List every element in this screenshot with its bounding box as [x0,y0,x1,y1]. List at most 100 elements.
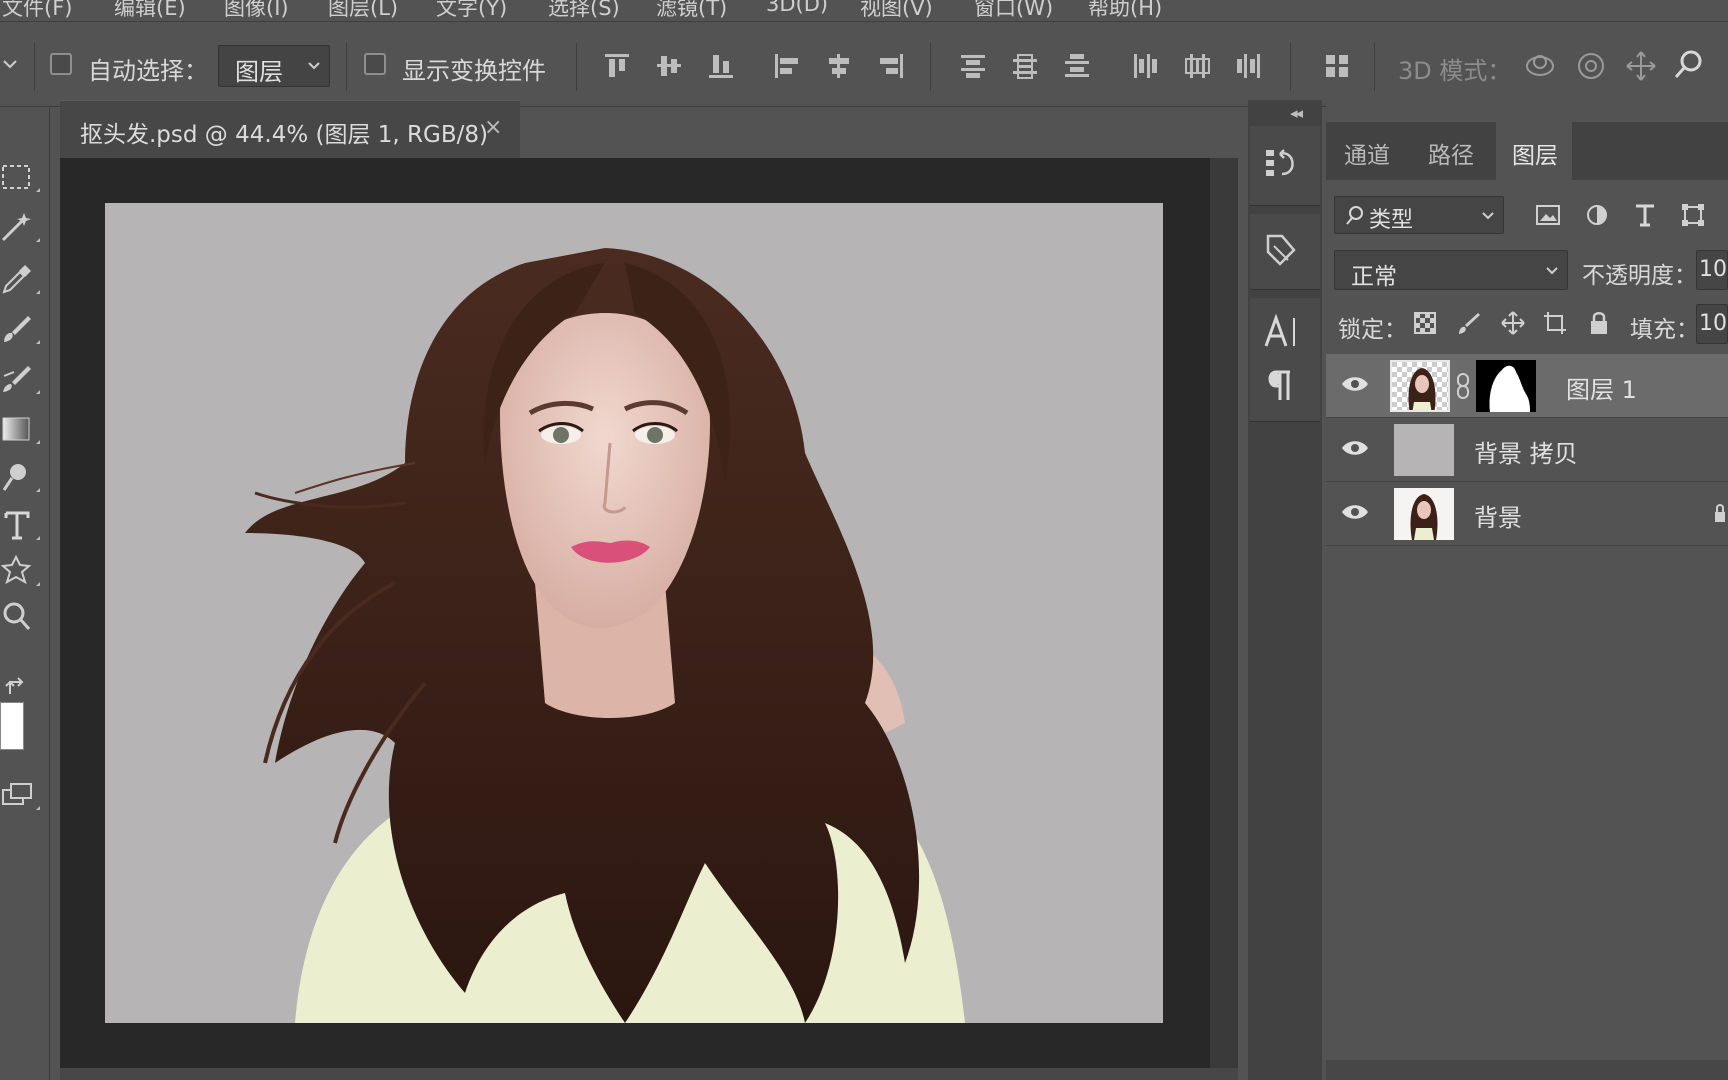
3d-roll-icon[interactable] [1574,49,1608,83]
distribute-bottom-icon[interactable] [1062,51,1092,81]
paragraph-icon[interactable] [1260,366,1304,410]
options-bar: 自动选择： 图层 显示变换控件 3D 模式： [0,23,1728,107]
opacity-value: 100 [1699,257,1727,282]
lock-all-icon[interactable] [1586,310,1612,336]
layer-thumbnail[interactable] [1394,488,1454,540]
filter-shape-icon[interactable] [1680,202,1706,228]
filter-pixel-icon[interactable] [1534,202,1562,228]
search-icon[interactable] [1672,47,1706,83]
lock-position-icon[interactable] [1500,310,1526,336]
eye-icon[interactable] [1340,436,1370,460]
3d-orbit-icon[interactable] [1522,49,1558,83]
eye-icon[interactable] [1340,500,1370,524]
document-scrollbar[interactable] [1210,158,1238,1068]
auto-align-icon[interactable] [1322,51,1352,81]
distribute-vertical-center-icon[interactable] [1010,51,1040,81]
type-icon[interactable] [0,502,46,546]
link-icon[interactable] [1456,372,1470,400]
properties-icon[interactable] [1260,230,1304,274]
brush-icon[interactable] [0,306,46,350]
status-bar [60,1068,1238,1080]
filter-adjustment-icon[interactable] [1584,202,1610,228]
3d-pan-icon[interactable] [1624,49,1658,83]
align-top-icon[interactable] [602,51,632,81]
lock-pixels-icon[interactable] [1456,310,1482,336]
layers-panel-footer [1326,1060,1728,1080]
character-icon[interactable] [1260,312,1304,356]
menu-select[interactable]: 选择(S) [548,0,620,22]
auto-select-label: 自动选择： [88,57,208,85]
lock-artboard-icon[interactable] [1542,310,1568,336]
distribute-horizontal-center-icon[interactable] [1182,51,1212,81]
menu-view[interactable]: 视图(V) [860,0,933,22]
menu-image[interactable]: 图像(I) [224,0,289,22]
layer-row[interactable]: 背景 [1326,482,1728,546]
layer-name: 背景 [1474,504,1522,532]
auto-select-checkbox[interactable] [50,53,72,75]
chevron-down-icon [308,62,320,70]
distribute-right-icon[interactable] [1234,51,1264,81]
align-right-icon[interactable] [876,51,906,81]
lock-transparency-icon[interactable] [1412,310,1438,336]
chevron-down-icon [1546,267,1558,275]
align-bottom-icon[interactable] [706,51,736,81]
collapse-panels-icon[interactable]: ◂◂ [1290,104,1303,122]
tab-channels[interactable]: 通道 [1344,136,1390,170]
layer-thumbnail[interactable] [1394,424,1454,476]
opacity-input[interactable]: 100 [1696,250,1728,290]
filter-type-icon[interactable] [1632,202,1658,228]
align-vertical-center-icon[interactable] [654,51,684,81]
distribute-left-icon[interactable] [1130,51,1160,81]
chevron-down-icon [1482,212,1494,220]
layer-row[interactable]: 背景 拷贝 [1326,418,1728,482]
menu-bar: 文件(F) 编辑(E) 图像(I) 图层(L) 文字(Y) 选择(S) 滤镜(T… [0,0,1728,22]
menu-3d[interactable]: 3D(D) [766,0,828,16]
show-transform-label: 显示变换控件 [402,57,546,85]
align-left-icon[interactable] [772,51,802,81]
align-horizontal-center-icon[interactable] [824,51,854,81]
shape-icon[interactable] [0,548,46,592]
eyedropper-icon[interactable] [0,256,46,300]
menu-file[interactable]: 文件(F) [2,0,72,22]
foreground-color-swatch[interactable] [0,702,24,750]
menu-layer[interactable]: 图层(L) [328,0,398,22]
layer-row[interactable]: 图层 1 [1326,354,1728,418]
search-icon [1346,206,1363,225]
document-canvas[interactable] [105,203,1163,1023]
show-transform-checkbox[interactable] [364,53,386,75]
zoom-icon[interactable] [0,594,46,638]
document-tab[interactable]: 抠头发.psd @ 44.4% (图层 1, RGB/8) × [60,100,520,158]
auto-select-dropdown[interactable]: 图层 [218,45,330,87]
screen-mode-icon[interactable] [0,772,46,816]
layer-mask-thumbnail[interactable] [1476,360,1536,412]
menu-filter[interactable]: 滤镜(T) [656,0,727,22]
fill-input[interactable]: 100 [1696,304,1728,344]
close-icon[interactable]: × [484,115,502,140]
layer-name: 背景 拷贝 [1474,440,1578,468]
marquee-icon[interactable] [0,154,46,198]
menu-type[interactable]: 文字(Y) [436,0,507,22]
layer-thumbnail[interactable] [1390,360,1450,412]
layers-panel [1326,100,1728,1080]
lock-icon [1715,504,1725,522]
history-icon[interactable] [1260,144,1304,188]
magic-wand-icon[interactable] [0,204,46,248]
tab-layers[interactable]: 图层 [1512,136,1558,170]
menu-help[interactable]: 帮助(H) [1088,0,1162,22]
blend-mode-dropdown[interactable]: 正常 [1334,250,1568,290]
distribute-top-icon[interactable] [958,51,988,81]
tab-paths[interactable]: 路径 [1428,136,1474,170]
layer-filter-value: 类型 [1369,208,1414,233]
tool-preset-chevron-icon[interactable] [2,57,18,71]
menu-edit[interactable]: 编辑(E) [114,0,186,22]
layer-filter-dropdown[interactable]: 类型 [1334,196,1504,234]
eye-icon[interactable] [1340,372,1370,396]
dock-group-properties [1250,214,1320,290]
mixer-brush-icon[interactable] [0,356,46,400]
3d-mode-label: 3D 模式： [1398,57,1512,85]
opacity-label: 不透明度： [1582,263,1697,289]
dodge-icon[interactable] [0,454,46,498]
menu-window[interactable]: 窗口(W) [974,0,1053,22]
gradient-icon[interactable] [0,406,46,450]
layer-name: 图层 1 [1566,376,1637,404]
